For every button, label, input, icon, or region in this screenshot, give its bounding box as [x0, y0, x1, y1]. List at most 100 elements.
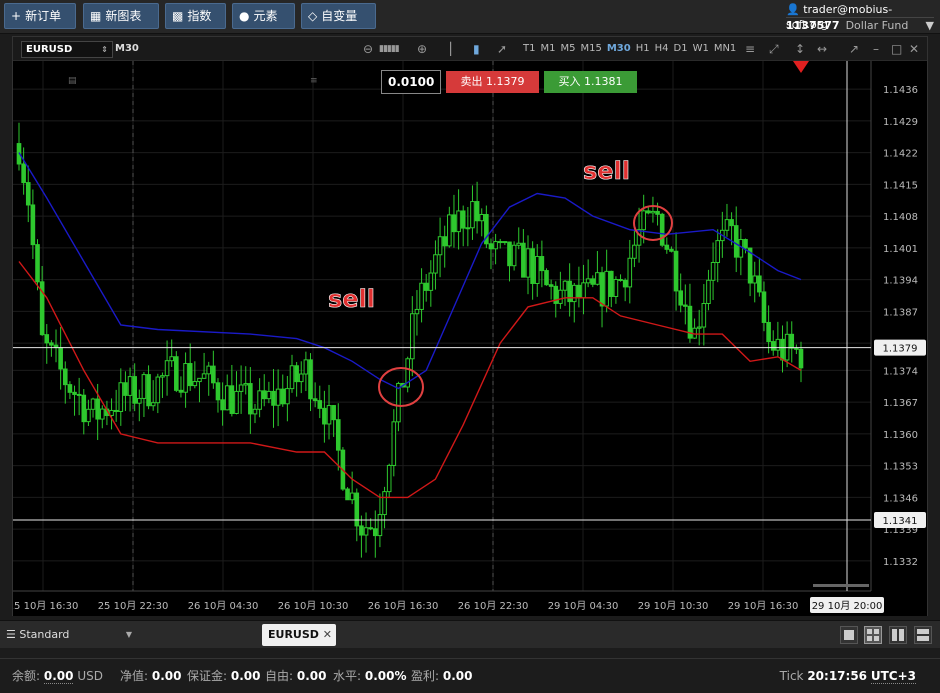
server-time: Tick 20:17:56 UTC+3 [779, 669, 916, 684]
candle-body [331, 405, 336, 421]
candle-body [201, 373, 207, 379]
candle-body [766, 321, 771, 343]
autoscroll-icon[interactable]: ⤢ [769, 41, 779, 57]
timezone-selector[interactable]: UTC+3 [870, 669, 916, 684]
candle-body [706, 279, 711, 304]
timeframe-m15[interactable]: M15 [580, 43, 601, 54]
bar-type-icon[interactable]: ⎢ [449, 41, 455, 57]
candle-body [646, 210, 651, 214]
candle-body [595, 272, 600, 285]
candle-body [322, 407, 327, 425]
chevron-down-icon[interactable]: ▼ [926, 18, 934, 33]
equity: 净值: 0.00 [120, 669, 182, 683]
diamond-icon: ◇ [308, 9, 318, 23]
candlestick-type-icon[interactable]: ▮ [473, 41, 480, 57]
candle-body [123, 382, 128, 396]
candle-body [127, 376, 133, 396]
layout-grid-icon[interactable] [864, 626, 882, 644]
layout-rows-icon[interactable] [914, 626, 932, 644]
indicators-menu-icon[interactable]: ≡ [745, 41, 755, 57]
layout-columns-icon[interactable] [889, 626, 907, 644]
candle-body [423, 282, 429, 291]
candle-body [178, 389, 184, 393]
y-tick-label: 1.1408 [883, 212, 918, 223]
detach-icon[interactable]: ↗ [849, 41, 859, 57]
timeframe-h4[interactable]: H4 [655, 43, 669, 54]
timeframe-m5[interactable]: M5 [560, 43, 575, 54]
plus-icon: + [11, 9, 22, 23]
layout-single-icon[interactable] [840, 626, 858, 644]
workspace-selector[interactable]: ☰ Standard ▼ [6, 626, 132, 644]
chart-icon: ▦ [90, 9, 102, 23]
sell-button[interactable]: 卖出 1.1379 [446, 71, 539, 93]
new-order-button[interactable]: + 新订单 [4, 3, 76, 29]
tab-eurusd[interactable]: EURUSD ✕ [262, 624, 336, 646]
candle-body [238, 384, 244, 392]
candle-body [784, 333, 790, 361]
indicators-button[interactable]: ▩ 指数 [165, 3, 226, 29]
candle-body [743, 239, 748, 249]
candle-body [470, 201, 475, 229]
vertical-scale-icon[interactable]: ↕ [795, 41, 805, 57]
zoom-in-icon[interactable]: ⊕ [417, 41, 427, 57]
timeframe-w1[interactable]: W1 [693, 43, 709, 54]
candle-body [673, 250, 679, 292]
y-tick-label: 1.1436 [883, 85, 918, 96]
new-chart-button[interactable]: ▦ 新图表 [83, 3, 159, 29]
x-tick-label: 25 10月 16:30 [13, 600, 78, 612]
candle-body [474, 201, 480, 222]
candle-body [650, 210, 656, 214]
top-toolbar: + 新订单 ▦ 新图表 ▩ 指数 ● 元素 ◇ 自变量 👤 trader@mobius-s… [0, 0, 940, 34]
candle-body [414, 308, 420, 315]
timeframe-h1[interactable]: H1 [636, 43, 650, 54]
chart-scrollbar[interactable] [813, 584, 869, 587]
minimize-icon[interactable]: – [873, 41, 879, 57]
candle-body [76, 393, 82, 396]
timeframe-d1[interactable]: D1 [674, 43, 688, 54]
candle-body [197, 377, 202, 383]
maximize-icon[interactable]: □ [891, 41, 902, 57]
symbol-selector[interactable]: EURUSD ⇕ [21, 41, 113, 58]
elements-button[interactable]: ● 元素 [232, 3, 295, 29]
candle-body [567, 280, 572, 303]
close-tab-icon[interactable]: ✕ [323, 624, 332, 646]
timeframe-m1[interactable]: M1 [540, 43, 555, 54]
x-tick-label: 26 10月 22:30 [458, 600, 529, 612]
quantity-input[interactable]: 0.0100 [381, 70, 441, 94]
candle-body [377, 514, 383, 537]
x-tick-label: 29 10月 10:30 [638, 600, 709, 612]
buy-button[interactable]: 买入 1.1381 [544, 71, 637, 93]
variables-button[interactable]: ◇ 自变量 [301, 3, 376, 29]
timeframe-m30[interactable]: M30 [607, 43, 631, 54]
candle-body [585, 278, 591, 284]
candle-body [622, 279, 628, 288]
timeframe-t1[interactable]: T1 [523, 43, 535, 54]
candle-body [465, 227, 471, 230]
candle-body [113, 409, 119, 412]
candle-body [271, 390, 276, 406]
candle-body [30, 204, 36, 246]
price-chart[interactable]: 1.1436 1.1429 1.1422 1.1415 1.1408 1.1401 1.13… [13, 61, 927, 616]
x-tick-label: 26 10月 04:30 [188, 600, 259, 612]
candle-body [25, 182, 31, 206]
candle-body [627, 257, 633, 288]
x-tick-label: 26 10月 10:30 [278, 600, 349, 612]
candle-body [576, 284, 582, 299]
x-tick-label: 25 10月 22:30 [98, 600, 169, 612]
account-panel[interactable]: 👤 trader@mobius-soft.org 1137577 Dollar F… [786, 2, 934, 33]
bar-marker-icon: ▤ [68, 76, 77, 86]
candle-body [548, 284, 554, 287]
candle-body [317, 400, 323, 409]
close-icon[interactable]: ✕ [909, 41, 919, 57]
line-type-icon[interactable]: ➚ [497, 41, 507, 57]
horizontal-scale-icon[interactable]: ↔ [817, 41, 827, 57]
price-level-label: 1.1379 [883, 344, 918, 355]
candle-body [164, 360, 170, 377]
candle-body [479, 213, 485, 222]
candle-body [234, 390, 239, 414]
timeframe-mn1[interactable]: MN1 [714, 43, 736, 54]
zoom-out-icon[interactable]: ⊖ [363, 41, 373, 57]
candle-body [137, 397, 142, 404]
candle-body [215, 382, 221, 401]
y-tick-label: 1.1332 [883, 557, 918, 568]
